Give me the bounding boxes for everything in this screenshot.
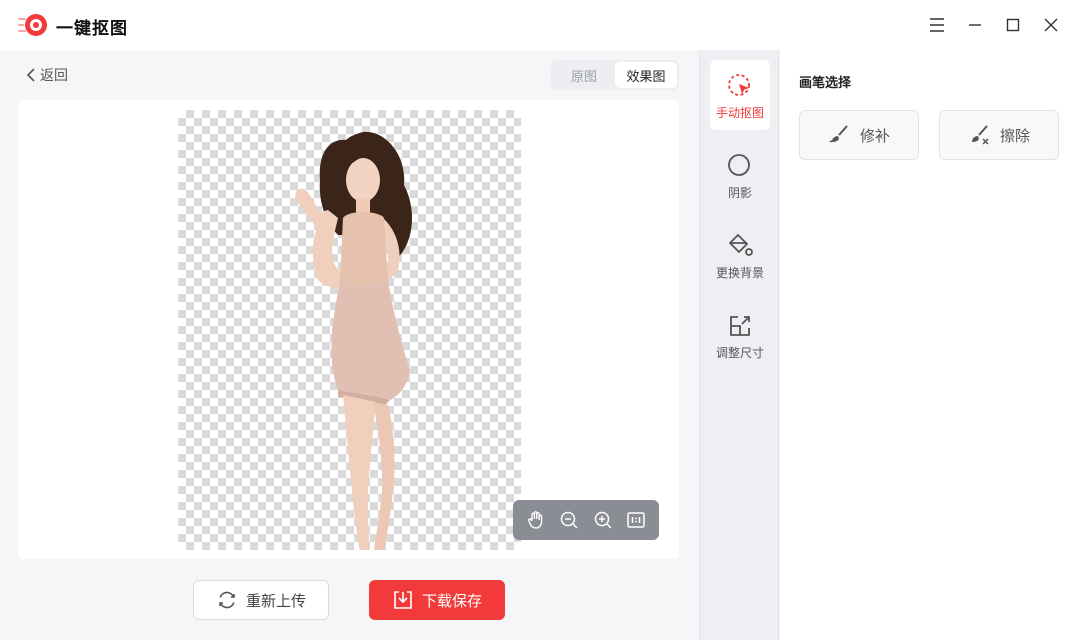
manual-cutout-icon	[726, 72, 754, 100]
maximize-icon[interactable]	[1001, 13, 1025, 37]
hand-pan-icon[interactable]	[523, 507, 549, 533]
zoom-out-icon[interactable]	[556, 507, 582, 533]
tool-shadow[interactable]: 阴影	[710, 140, 770, 210]
download-label: 下载保存	[421, 591, 482, 610]
canvas-card	[18, 100, 679, 559]
tool-resize[interactable]: 调整尺寸	[710, 300, 770, 370]
transparent-canvas	[178, 110, 521, 550]
tool-label: 更换背景	[715, 266, 764, 280]
panel-title: 画笔选择	[799, 76, 852, 91]
view-toggle: 原图 效果图	[551, 60, 679, 90]
tool-label: 调整尺寸	[715, 346, 764, 360]
resize-icon	[726, 312, 754, 340]
reupload-label: 重新上传	[245, 591, 306, 610]
brush-erase-button[interactable]: 擦除	[939, 110, 1059, 160]
brush-repair-button[interactable]: 修补	[799, 110, 919, 160]
back-label: 返回	[40, 68, 68, 84]
tool-label: 阴影	[727, 186, 752, 200]
zoom-toolbar	[513, 500, 659, 540]
cutout-subject-image	[295, 131, 413, 550]
paint-bucket-icon	[726, 232, 754, 260]
chevron-left-icon	[26, 68, 35, 82]
brush-panel: 画笔选择 修补 擦除	[780, 50, 1078, 640]
refresh-icon	[219, 591, 235, 609]
fit-actual-size-icon[interactable]	[623, 507, 649, 533]
download-save-button[interactable]: 下载保存	[369, 580, 505, 620]
close-icon[interactable]	[1039, 13, 1063, 37]
brush-erase-icon	[971, 125, 989, 145]
download-icon	[394, 591, 412, 609]
app-logo-icon	[18, 13, 48, 37]
app-title: 一键抠图	[56, 19, 128, 39]
minimize-icon[interactable]	[963, 13, 987, 37]
tab-result[interactable]: 效果图	[615, 62, 677, 88]
menu-icon[interactable]	[925, 13, 949, 37]
brush-repair-label: 修补	[859, 126, 890, 145]
shadow-icon	[726, 152, 754, 180]
tab-original[interactable]: 原图	[553, 62, 615, 88]
reupload-button[interactable]: 重新上传	[193, 580, 329, 620]
brush-erase-label: 擦除	[999, 126, 1030, 145]
back-button[interactable]: 返回	[26, 64, 68, 86]
brush-repair-icon	[829, 125, 848, 143]
tool-change-background[interactable]: 更换背景	[710, 220, 770, 290]
tool-label: 手动抠图	[715, 106, 764, 120]
zoom-in-icon[interactable]	[590, 507, 616, 533]
tool-sidebar: 手动抠图 阴影 更换背景 调整尺寸	[699, 50, 779, 640]
tool-manual-cutout[interactable]: 手动抠图	[710, 60, 770, 130]
title-bar: 一键抠图	[0, 0, 1078, 50]
